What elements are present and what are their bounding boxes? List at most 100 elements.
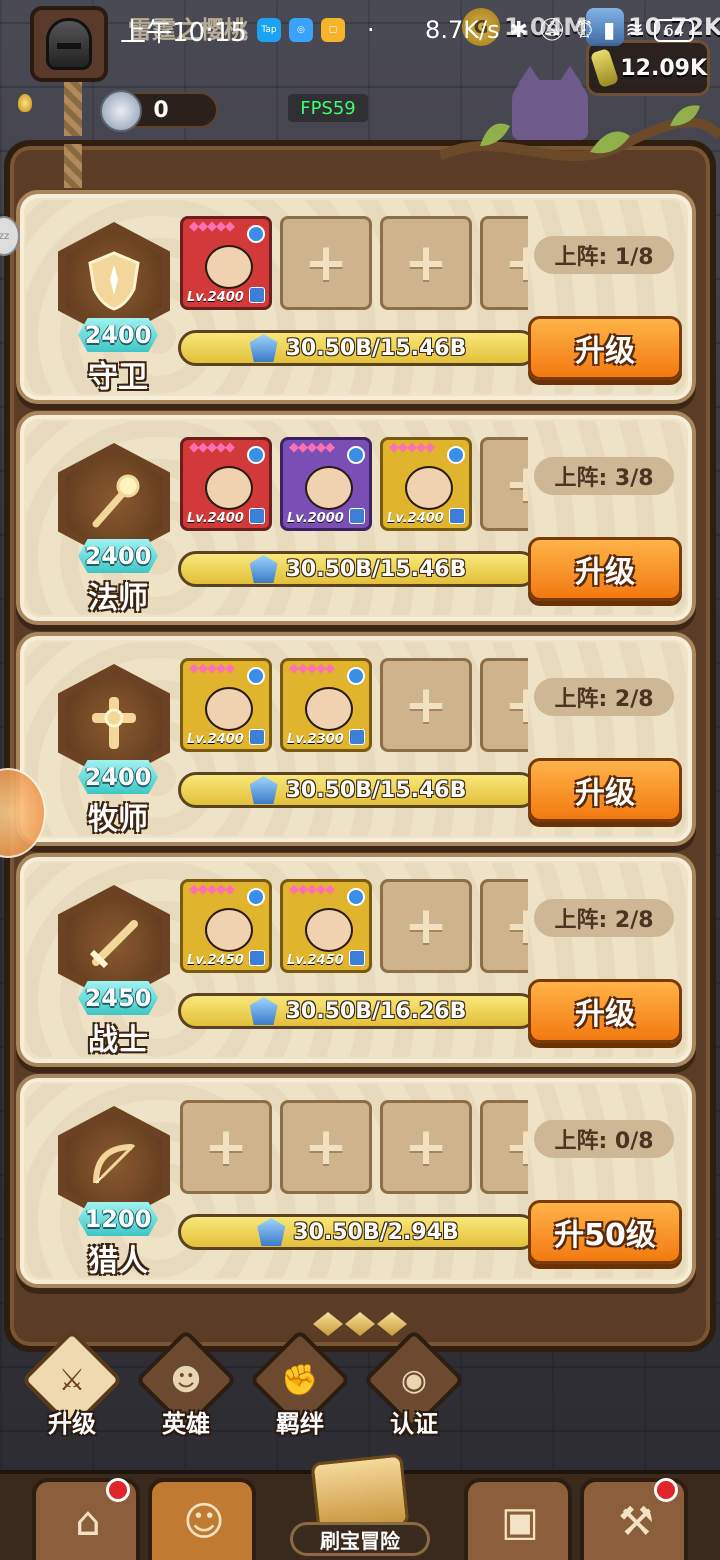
empty-hero-slot[interactable]: + (380, 658, 472, 752)
upgrade-cost-bar: 30.50B/15.46B (178, 772, 538, 808)
class-power-badge: 2400 (78, 318, 158, 352)
hero-level: Lv.2000 (287, 511, 344, 526)
empty-hero-slot[interactable]: + (180, 1100, 272, 1194)
staff-icon (66, 451, 162, 553)
class-name: 法师 (88, 581, 148, 616)
upgrade-button[interactable]: 升级 (528, 316, 682, 380)
hero-card[interactable]: ◆◆◆◆◆ Lv.2300 (280, 658, 372, 752)
eye-icon: ◉ (400, 1362, 428, 1398)
hero-icon: ☻ (170, 1362, 202, 1398)
class-power-badge: 2400 (78, 760, 158, 794)
tab-bonds[interactable]: ✊ 羁绊 (249, 1329, 351, 1438)
nav-center-label: 刷宝冒险 (290, 1522, 430, 1556)
chest-icon: ▣ (501, 1499, 539, 1545)
notification-dot (106, 1478, 130, 1502)
hero-stars: ◆◆◆◆◆ (189, 440, 235, 455)
hero-level: Lv.2300 (287, 732, 344, 747)
taptap-app-icon: Tap (256, 18, 281, 42)
bluetooth-icon: ✱ (509, 17, 528, 43)
tab-label: 升级 (48, 1410, 96, 1438)
class-badge-icon (349, 508, 365, 524)
crystal-icon (249, 334, 278, 362)
deploy-count: 上阵: 2/8 (534, 678, 674, 716)
hero-card[interactable]: ◆◆◆◆◆ Lv.2450 (280, 879, 372, 973)
status-time: 上午10:15 (120, 17, 247, 48)
element-icon (447, 446, 465, 464)
hero-level: Lv.2400 (187, 732, 244, 747)
empty-hero-slot[interactable]: + (480, 879, 528, 973)
hero-portrait (205, 687, 253, 731)
class-row-card: 2400 牧师 ◆◆◆◆◆ Lv.2400 ◆◆◆◆◆ Lv.2300 + + 上… (16, 632, 696, 846)
class-name: 猎人 (88, 1244, 148, 1279)
diamond-icon (377, 1312, 407, 1336)
hero-card[interactable]: ◆◆◆◆◆ Lv.2450 (180, 879, 272, 973)
hero-stars: ◆◆◆◆◆ (189, 882, 235, 897)
deploy-count: 上阵: 2/8 (534, 899, 674, 937)
empty-hero-slot[interactable]: + (380, 879, 472, 973)
upgrade-button[interactable]: 升级 (528, 758, 682, 822)
plus-icon: + (504, 1117, 528, 1177)
class-power-badge: 2400 (78, 539, 158, 573)
empty-hero-slot[interactable]: + (380, 1100, 472, 1194)
hero-stars: ◆◆◆◆◆ (389, 440, 435, 455)
empty-hero-slot[interactable]: + (480, 437, 528, 531)
lamp-icon (18, 94, 32, 112)
upgrade-button[interactable]: 升级 (528, 979, 682, 1043)
hero-portrait (405, 466, 453, 510)
silver-coin-icon (100, 90, 142, 132)
hero-level: Lv.2450 (187, 953, 244, 968)
hero-card[interactable]: ◆◆◆◆◆ Lv.2000 (280, 437, 372, 531)
hero-card[interactable]: ◆◆◆◆◆ Lv.2400 (180, 437, 272, 531)
empty-hero-slot[interactable]: + (480, 658, 528, 752)
plus-icon: + (404, 1117, 448, 1177)
tab-heroes[interactable]: ☻ 英雄 (135, 1329, 237, 1438)
plus-icon: + (304, 1117, 348, 1177)
tab-upgrade[interactable]: ⚔ 升级 (21, 1329, 123, 1438)
tab-certification[interactable]: ◉ 认证 (363, 1329, 465, 1438)
empty-hero-slot[interactable]: + (480, 216, 528, 310)
empty-hero-slot[interactable]: + (280, 1100, 372, 1194)
empty-hero-slot[interactable]: + (380, 216, 472, 310)
nav-shop[interactable]: ⌂ (32, 1478, 140, 1560)
hero-card[interactable]: ◆◆◆◆◆ Lv.2400 (180, 216, 272, 310)
nav-heroes[interactable]: ☺ (148, 1478, 256, 1560)
hero-stars: ◆◆◆◆◆ (289, 440, 335, 455)
upgrade-cost-text: 30.50B/15.46B (285, 556, 467, 582)
vine-decoration (440, 105, 720, 161)
nav-treasure-adventure[interactable]: 刷宝冒险 (290, 1453, 430, 1560)
empty-hero-slot[interactable]: + (280, 216, 372, 310)
shop-icon: ⌂ (75, 1499, 101, 1545)
alarm-icon: ⏰︎ (575, 17, 594, 43)
hero-card[interactable]: ◆◆◆◆◆ Lv.2400 (180, 658, 272, 752)
hero-slots: ◆◆◆◆◆ Lv.2400 ◆◆◆◆◆ Lv.2300 + + (180, 658, 528, 754)
plus-icon: + (404, 675, 448, 735)
hero-stars: ◆◆◆◆◆ (289, 661, 335, 676)
hero-level: Lv.2450 (287, 953, 344, 968)
silver-coin-counter: 0 (100, 90, 218, 132)
status-dot: · (366, 16, 375, 44)
class-row-card: 1200 猎人 + + + + 上阵: 0/8 30.50B/2.94B 升50级 (16, 1074, 696, 1288)
hero-level: Lv.2400 (187, 511, 244, 526)
hero-portrait (205, 245, 253, 289)
class-name: 战士 (88, 1023, 148, 1058)
upgrade-button[interactable]: 升级 (528, 537, 682, 601)
notification-dot (654, 1478, 678, 1502)
rope-decoration (64, 144, 82, 188)
hero-card[interactable]: ◆◆◆◆◆ Lv.2400 (380, 437, 472, 531)
tab-label: 英雄 (162, 1410, 210, 1438)
upgrade-cost-bar: 30.50B/16.26B (178, 993, 538, 1029)
upgrade-button[interactable]: 升50级 (528, 1200, 682, 1264)
nav-inventory[interactable]: ▣ (464, 1478, 572, 1560)
network-speed: 8.7K/s (425, 16, 500, 44)
deploy-count: 上阵: 1/8 (534, 236, 674, 274)
hero-avatar-icon: ☺ (183, 1499, 225, 1545)
diamond-icon (313, 1312, 343, 1336)
nav-forge[interactable]: ⚒ (580, 1478, 688, 1560)
bow-icon (66, 1114, 162, 1216)
plus-icon: + (404, 233, 448, 293)
empty-hero-slot[interactable]: + (480, 1100, 528, 1194)
hero-slots: + + + + (180, 1100, 528, 1196)
notes-notification-icon: ▢ (320, 18, 345, 42)
hero-portrait (305, 466, 353, 510)
app-notification-icon: ◎ (288, 18, 313, 42)
